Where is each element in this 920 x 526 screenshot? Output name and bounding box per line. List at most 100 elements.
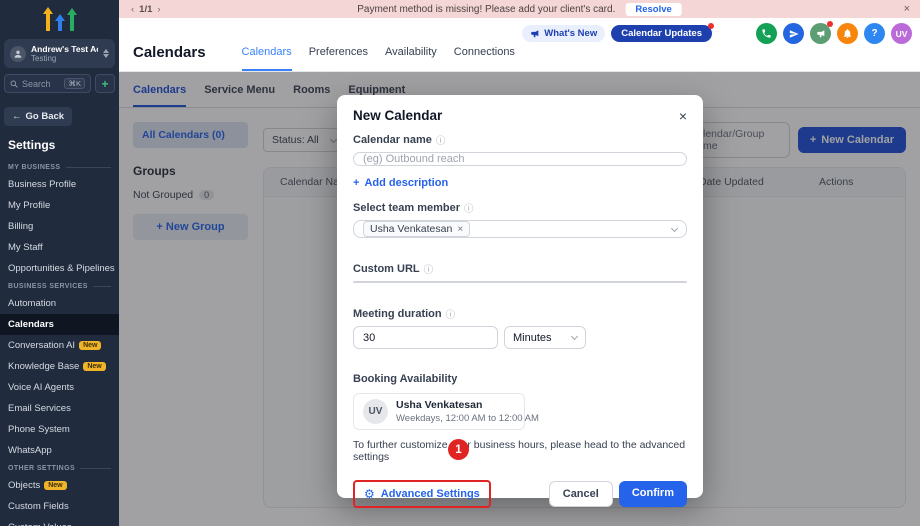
calendar-updates-button[interactable]: Calendar Updates (611, 25, 712, 42)
sidebar-item-phone-system[interactable]: Phone System (0, 419, 119, 440)
info-icon: ⓘ (464, 201, 474, 215)
sidebar-item-custom-values[interactable]: Custom Values (0, 517, 119, 526)
plus-icon: + (353, 177, 359, 189)
bell-icon (842, 28, 853, 39)
sidebar: Andrew's Test Accou... Testing Search ⌘K… (0, 0, 119, 526)
info-icon: ⓘ (424, 262, 434, 276)
sidebar-item-label: Objects (8, 480, 40, 491)
search-icon (10, 80, 18, 88)
duration-label: Meeting duration ⓘ (353, 307, 687, 321)
tab-preferences[interactable]: Preferences (309, 46, 368, 71)
megaphone-icon-button[interactable] (810, 23, 831, 44)
tab-availability[interactable]: Availability (385, 46, 437, 71)
duration-unit-select[interactable]: Minutes (504, 326, 586, 349)
team-member-select[interactable]: Usha Venkatesan × (353, 220, 687, 238)
new-calendar-modal: New Calendar × Calendar name ⓘ + Add des… (337, 95, 703, 498)
info-icon: ⓘ (436, 133, 446, 147)
team-member-chip: Usha Venkatesan × (363, 221, 470, 237)
app-window: Andrew's Test Accou... Testing Search ⌘K… (0, 0, 920, 526)
sidebar-item-opportunities-pipelines[interactable]: Opportunities & Pipelines (0, 258, 119, 279)
hours-note: To further customize your business hours… (353, 439, 687, 463)
sidebar-item-business-profile[interactable]: Business Profile (0, 174, 119, 195)
annotation-box: ⚙ Advanced Settings (353, 480, 491, 508)
sidebar-item-label: Automation (8, 298, 56, 309)
notification-dot (708, 23, 714, 29)
gear-icon: ⚙ (364, 487, 375, 501)
add-description-button[interactable]: + Add description (353, 177, 687, 189)
pagination-prev-icon[interactable]: ‹ (131, 4, 134, 15)
sidebar-item-custom-fields[interactable]: Custom Fields (0, 496, 119, 517)
sidebar-item-label: WhatsApp (8, 445, 52, 456)
phone-icon-button[interactable] (756, 23, 777, 44)
sidebar-item-label: My Profile (8, 200, 50, 211)
annotation-step-badge: 1 (448, 439, 469, 460)
info-icon: ⓘ (446, 307, 456, 321)
sidebar-item-label: Voice AI Agents (8, 382, 74, 393)
sidebar-item-voice-ai-agents[interactable]: Voice AI Agents (0, 377, 119, 398)
banner-close-icon[interactable]: × (904, 3, 910, 15)
chevron-up-down-icon (103, 49, 109, 58)
confirm-button[interactable]: Confirm (619, 481, 687, 507)
account-name: Andrew's Test Accou... (31, 44, 98, 54)
sidebar-item-knowledge-base[interactable]: Knowledge BaseNew (0, 356, 119, 377)
calendar-name-label: Calendar name ⓘ (353, 133, 687, 147)
command-k-badge: ⌘K (64, 78, 85, 89)
sidebar-item-label: Knowledge Base (8, 361, 79, 372)
payment-alert-banner: ‹ 1/1 › Payment method is missing! Pleas… (119, 0, 920, 18)
account-avatar (10, 46, 26, 62)
modal-close-icon[interactable]: × (679, 109, 687, 123)
sidebar-item-my-staff[interactable]: My Staff (0, 237, 119, 258)
sidebar-item-label: Calendars (8, 319, 54, 330)
sidebar-search-placeholder: Search (22, 79, 60, 89)
new-badge: New (44, 481, 66, 490)
pagination-next-icon[interactable]: › (157, 4, 160, 15)
quick-add-button[interactable]: + (95, 74, 115, 93)
rocket-icon (789, 29, 799, 39)
sidebar-item-label: Business Profile (8, 179, 76, 190)
question-icon: ? (871, 28, 877, 39)
account-switcher[interactable]: Andrew's Test Accou... Testing (4, 39, 115, 68)
sidebar-item-label: Custom Values (8, 522, 72, 526)
sidebar-item-automation[interactable]: Automation (0, 293, 119, 314)
sidebar-item-billing[interactable]: Billing (0, 216, 119, 237)
member-avatar: UV (363, 399, 388, 424)
whats-new-button[interactable]: What's New (522, 25, 605, 42)
back-arrow-icon: ← (12, 111, 22, 122)
tab-connections[interactable]: Connections (454, 46, 515, 71)
sidebar-item-label: Phone System (8, 424, 70, 435)
megaphone-icon (816, 29, 826, 39)
sidebar-search-input[interactable]: Search ⌘K (4, 74, 91, 93)
resolve-button[interactable]: Resolve (625, 3, 681, 16)
member-availability-card: UV Usha Venkatesan Weekdays, 12:00 AM to… (353, 393, 525, 430)
sidebar-item-my-profile[interactable]: My Profile (0, 195, 119, 216)
sidebar-item-objects[interactable]: Objects New (0, 475, 119, 496)
chevron-down-icon (671, 224, 678, 231)
go-back-button[interactable]: ← Go Back (4, 107, 72, 126)
help-icon-button[interactable]: ? (864, 23, 885, 44)
sidebar-item-whatsapp[interactable]: WhatsApp (0, 440, 119, 461)
app-logo-icon (0, 0, 119, 37)
sidebar-item-label: Conversation AI (8, 340, 75, 351)
section-label-business-services: BUSINESS SERVICES (0, 279, 119, 293)
sidebar-item-label: Custom Fields (8, 501, 69, 512)
bell-icon-button[interactable] (837, 23, 858, 44)
sidebar-item-conversation-ai[interactable]: Conversation AINew (0, 335, 119, 356)
duration-input[interactable] (353, 326, 498, 349)
page-header: What's New Calendar Updates (119, 18, 920, 72)
pagination-label: 1/1 (139, 4, 152, 15)
banner-message: Payment method is missing! Please add yo… (357, 4, 615, 15)
chip-remove-icon[interactable]: × (457, 224, 463, 235)
section-label-other-settings: OTHER SETTINGS (0, 461, 119, 475)
calendar-name-input[interactable] (353, 152, 687, 166)
modal-title: New Calendar (353, 108, 442, 123)
rocket-icon-button[interactable] (783, 23, 804, 44)
sidebar-item-label: My Staff (8, 242, 43, 253)
tab-calendars[interactable]: Calendars (242, 46, 292, 71)
advanced-settings-button[interactable]: Advanced Settings (381, 488, 480, 500)
cancel-button[interactable]: Cancel (549, 481, 613, 507)
sidebar-item-calendars[interactable]: Calendars (0, 314, 119, 335)
sidebar-item-label: Opportunities & Pipelines (8, 263, 115, 274)
sidebar-item-email-services[interactable]: Email Services (0, 398, 119, 419)
notification-dot (827, 21, 833, 27)
user-avatar[interactable]: UV (891, 23, 912, 44)
